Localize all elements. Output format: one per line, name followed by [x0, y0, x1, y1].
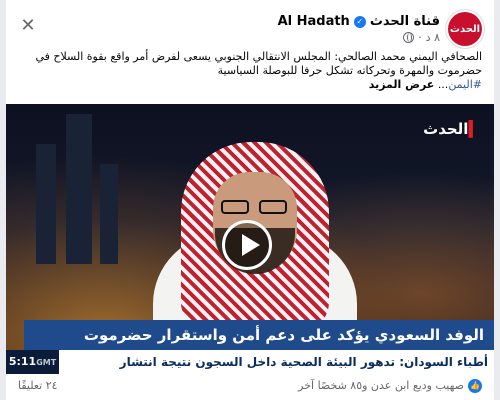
page-avatar[interactable]: الحدث — [448, 12, 482, 46]
see-more-button[interactable]: عرض المزيد — [369, 78, 435, 91]
verified-badge-icon: ✓ — [353, 15, 366, 28]
page-info: قناة الحدث ✓ Al Hadath ٨ د · — [278, 14, 440, 44]
building — [66, 114, 92, 264]
post-text: الصحافي اليمني محمد الصالحي: المجلس الان… — [18, 50, 482, 92]
close-icon[interactable]: ✕ — [18, 16, 38, 36]
post-text-line2: حضرموت والمهرة وتحركاته تشكل حرفا للبوصل… — [217, 64, 482, 77]
building — [100, 164, 118, 264]
hashtag-link[interactable]: #اليمن — [448, 78, 482, 91]
reactions-text[interactable]: صهيب وديع ابن عدن و٨٥ شخصًا آخر — [298, 376, 464, 396]
separator-dot: · — [418, 31, 422, 44]
post-card: الحدث قناة الحدث ✓ Al Hadath ٨ د · ✕ الص… — [6, 0, 494, 400]
post-time[interactable]: ٨ د — [426, 31, 440, 44]
post-text-line3: #اليمن... عرض المزيد — [18, 78, 482, 92]
ellipsis: ... — [437, 78, 449, 91]
news-headline-bar: الوفد السعودي يؤكد على دعم أمن واستقرار … — [24, 320, 494, 350]
speaker-glasses — [219, 200, 291, 214]
like-icon: 👍 — [468, 379, 482, 393]
news-headline: الوفد السعودي يؤكد على دعم أمن واستقرار … — [83, 326, 484, 344]
post-header: الحدث قناة الحدث ✓ Al Hadath ٨ د · ✕ — [18, 12, 482, 48]
play-button-icon[interactable] — [222, 220, 272, 270]
post-meta: ٨ د · — [278, 31, 440, 44]
page-name-row: قناة الحدث ✓ Al Hadath — [278, 14, 440, 29]
video-player[interactable]: ▍الحدث الوفد السعودي يؤكد على دعم أمن وا… — [6, 104, 494, 374]
news-ticker: أطباء السودان: تدهور البيئة الصحية داخل … — [6, 350, 494, 374]
ticker-text: أطباء السودان: تدهور البيئة الصحية داخل … — [119, 355, 488, 369]
logo-mark-icon: ▍ — [468, 120, 480, 138]
page-name[interactable]: قناة الحدث — [370, 14, 440, 29]
page-name-latin[interactable]: Al Hadath — [278, 14, 350, 29]
channel-logo-text: الحدث — [423, 120, 469, 138]
clock-time: 5:11 — [8, 355, 37, 368]
channel-logo: ▍الحدث — [423, 120, 480, 138]
globe-icon — [403, 32, 415, 43]
building — [36, 144, 56, 264]
avatar-logo-text: الحدث — [449, 23, 481, 35]
clock-zone: GMT — [36, 358, 57, 367]
comments-count[interactable]: ٢٤ تعليقًا — [18, 376, 58, 396]
post-text-line1: الصحافي اليمني محمد الصالحي: المجلس الان… — [35, 50, 482, 63]
broadcast-clock: 5:11GMT — [6, 350, 59, 374]
reactions-summary[interactable]: 👍 صهيب وديع ابن عدن و٨٥ شخصًا آخر — [298, 376, 482, 396]
post-footer: 👍 صهيب وديع ابن عدن و٨٥ شخصًا آخر ٢٤ تعل… — [18, 376, 482, 396]
